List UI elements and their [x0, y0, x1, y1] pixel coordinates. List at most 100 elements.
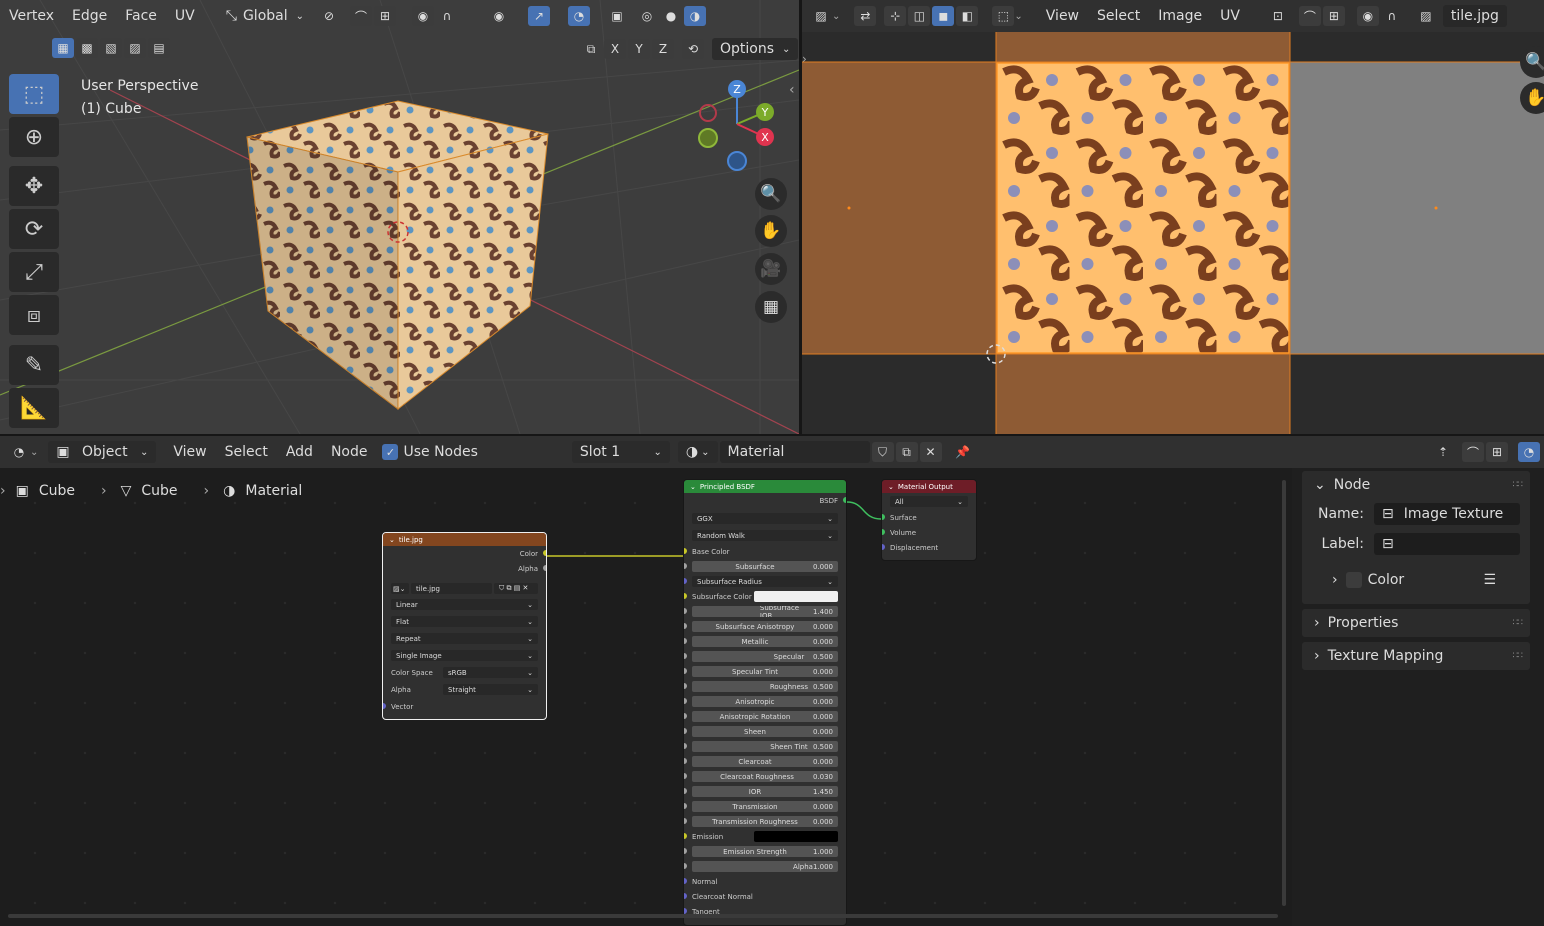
uv-snap-icon[interactable]: ⌒	[1298, 6, 1321, 26]
image-name-field[interactable]: tile.jpg	[411, 583, 492, 594]
uv-island-mode-icon[interactable]: ◧	[956, 6, 979, 26]
param-input-socket[interactable]	[684, 818, 687, 824]
sync-selection-icon[interactable]: ⇄	[854, 6, 877, 26]
pivot-icon[interactable]: ⊘	[318, 6, 340, 26]
output-node-header[interactable]: ⌄ Material Output	[882, 480, 976, 493]
options-dropdown[interactable]: Options ⌄	[712, 38, 799, 60]
image-browse-icon[interactable]: ▨⌄	[391, 583, 409, 594]
param-field[interactable]: Sheen Tint 0.500	[692, 741, 838, 752]
uv-canvas[interactable]: › 🔍 ✋	[802, 32, 1544, 434]
mirror-y-button[interactable]: Y	[628, 39, 650, 59]
node-snap-icon[interactable]: ⌒	[1462, 442, 1484, 462]
falloff-icon[interactable]: ∩	[436, 6, 458, 26]
menu-edge[interactable]: Edge	[63, 8, 116, 24]
transform-tool[interactable]: ⧈	[9, 295, 59, 335]
uv-editor[interactable]: ▨ ⌄ ⇄ ⊹ ◫ ◼ ◧ ⬚ ⌄ View Select Image UV ⊡…	[802, 0, 1544, 434]
param-field[interactable]: Transmission 0.000	[692, 801, 838, 812]
proportional-edit-icon[interactable]: ◉	[412, 6, 435, 26]
select-box-tool[interactable]: ⬚	[9, 74, 59, 114]
uv-falloff-icon[interactable]: ∩	[1381, 6, 1403, 26]
param-field[interactable]: Clearcoat Roughness 0.030	[692, 771, 838, 782]
list-presets-icon[interactable]: ☰	[1483, 572, 1496, 588]
select-invert-icon[interactable]: ▨	[124, 38, 146, 58]
bsdf-node-header[interactable]: ⌄ Principled BSDF	[684, 480, 846, 493]
param-input-socket[interactable]	[684, 578, 687, 584]
output-target-dropdown[interactable]: All ⌄	[890, 496, 968, 507]
emission-socket[interactable]	[684, 833, 687, 839]
param-field[interactable]: Anisotropic Rotation 0.000	[692, 711, 838, 722]
param-input-socket[interactable]	[684, 563, 687, 569]
param-input-socket[interactable]	[684, 713, 687, 719]
extension-dropdown[interactable]: Repeat ⌄	[391, 633, 538, 644]
navigation-gizmo[interactable]: Z Y X	[690, 76, 790, 176]
shading-wireframe-icon[interactable]: ◎	[636, 6, 658, 26]
pan-hand-icon[interactable]: ✋	[755, 215, 787, 247]
param-input-socket[interactable]	[684, 683, 687, 689]
param-field[interactable]: Clearcoat 0.000	[692, 756, 838, 767]
editor-type-icon[interactable]: ▨	[810, 6, 832, 26]
param-field[interactable]: Emission Strength 1.000	[692, 846, 838, 857]
move-tool[interactable]: ✥	[9, 166, 59, 206]
select-extend-icon[interactable]: ▩	[76, 38, 98, 58]
uv-toolbar-toggle-icon[interactable]: ›	[802, 52, 807, 66]
param-input-socket[interactable]	[684, 698, 687, 704]
displacement-input-socket[interactable]	[882, 544, 885, 550]
param-field[interactable]: Specular 0.500	[692, 651, 838, 662]
camera-icon[interactable]: 🎥	[755, 253, 787, 285]
uv-vertex-mode-icon[interactable]: ⊹	[884, 6, 907, 26]
mirror-z-button[interactable]: Z	[652, 39, 674, 59]
param-input-socket[interactable]	[684, 848, 687, 854]
param-input-socket[interactable]	[684, 623, 687, 629]
vector-input-socket[interactable]	[383, 703, 386, 709]
orientation-dropdown[interactable]: ⤡ Global ⌄	[222, 5, 308, 27]
material-output-node[interactable]: ⌄ Material Output All ⌄ Surface Volume Dis…	[881, 479, 977, 561]
color-checkbox[interactable]	[1345, 572, 1362, 588]
menu-uv[interactable]: UV	[166, 8, 204, 24]
annotate-tool[interactable]: ✎	[9, 345, 59, 385]
color-space-dropdown[interactable]: sRGB ⌄	[443, 667, 538, 678]
image-browse-icon[interactable]: ▨	[1415, 6, 1437, 26]
menu-vertex[interactable]: Vertex	[0, 8, 63, 24]
node-editor[interactable]: ◔ ⌄ ▣ Object ⌄ View Select Add Node ✓ Use N…	[0, 436, 1544, 926]
uv-menu-select[interactable]: Select	[1088, 8, 1149, 24]
subsurface-color-socket[interactable]	[684, 593, 687, 599]
horizontal-scrollbar[interactable]	[8, 914, 1278, 918]
param-input-socket[interactable]	[684, 653, 687, 659]
xray-icon[interactable]: ▣	[606, 6, 628, 26]
surface-input-socket[interactable]	[882, 514, 885, 520]
principled-bsdf-node[interactable]: ⌄ Principled BSDF BSDF GGX ⌄ Random Walk ⌄ …	[683, 479, 847, 926]
param-field[interactable]: Anisotropic 0.000	[692, 696, 838, 707]
base-color-socket[interactable]	[684, 548, 687, 554]
snap-increment-icon[interactable]: ⊞	[374, 6, 397, 26]
param-field[interactable]: Alpha 1.000	[692, 861, 838, 872]
rotate-tool[interactable]: ⟳	[9, 209, 59, 249]
param-input-socket[interactable]	[684, 773, 687, 779]
menu-face[interactable]: Face	[116, 8, 166, 24]
area-split-vertical[interactable]	[799, 0, 802, 434]
uv-face-mode-icon[interactable]: ◼	[932, 6, 955, 26]
param-input-socket[interactable]	[684, 863, 687, 869]
zoom-icon[interactable]: 🔍	[755, 178, 787, 210]
param-input-socket[interactable]	[684, 758, 687, 764]
param-field[interactable]: Specular Tint 0.000	[692, 666, 838, 677]
uv-pivot-icon[interactable]: ⊡	[1267, 6, 1289, 26]
uv-proportional-icon[interactable]: ◉	[1356, 6, 1379, 26]
alpha-output-socket[interactable]	[543, 565, 546, 571]
select-intersect-icon[interactable]: ▤	[148, 38, 170, 58]
projection-dropdown[interactable]: Flat ⌄	[391, 616, 538, 627]
param-field[interactable]: Subsurface Anisotropy 0.000	[692, 621, 838, 632]
param-field[interactable]: Subsurface Radius ⌄	[692, 576, 838, 587]
distribution-dropdown[interactable]: GGX ⌄	[692, 513, 838, 524]
param-input-socket[interactable]	[684, 743, 687, 749]
alpha-mode-dropdown[interactable]: Straight ⌄	[443, 684, 538, 695]
name-field[interactable]: ⊟ Image Texture	[1374, 503, 1520, 525]
overlays-icon[interactable]: ◔	[568, 6, 591, 26]
bsdf-output-socket[interactable]	[843, 497, 846, 503]
vector-socket[interactable]	[684, 878, 687, 884]
volume-input-socket[interactable]	[882, 529, 885, 535]
image-node-header[interactable]: ⌄ tile.jpg	[383, 533, 546, 546]
color-output-socket[interactable]	[543, 550, 546, 556]
uv-menu-view[interactable]: View	[1037, 8, 1088, 24]
mirror-x-button[interactable]: X	[604, 39, 626, 59]
properties-panel[interactable]: › Properties ∷∷	[1302, 609, 1530, 637]
